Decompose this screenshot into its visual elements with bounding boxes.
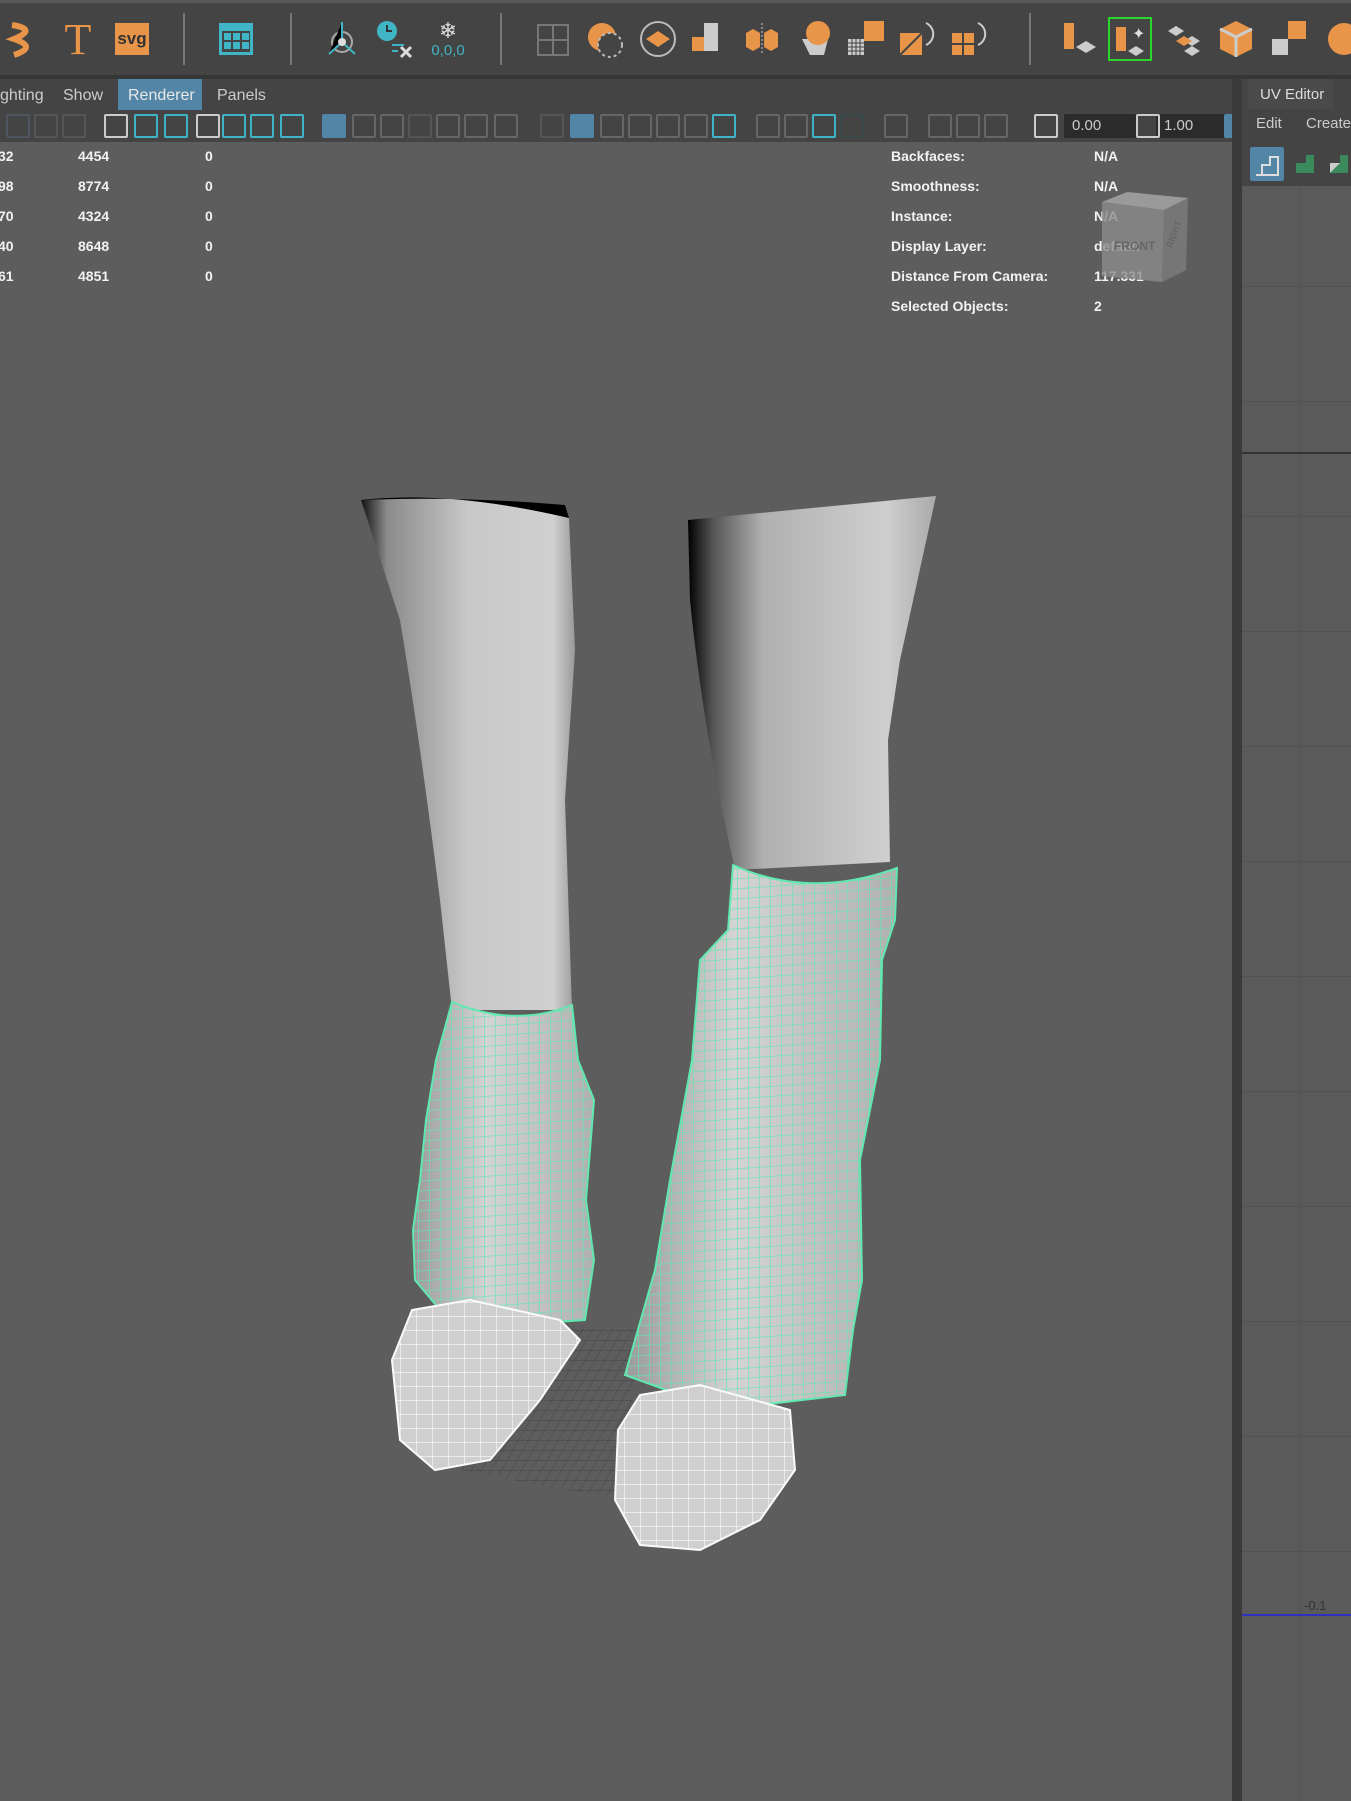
- camera-icon[interactable]: [104, 114, 128, 138]
- scene-model: [361, 496, 936, 1552]
- wireframe-icon[interactable]: [540, 114, 564, 138]
- select-camera-icon[interactable]: [884, 114, 908, 138]
- gamma-icon[interactable]: [1136, 114, 1160, 138]
- pivot-icon[interactable]: [320, 17, 364, 61]
- gate-mask-icon[interactable]: [408, 114, 432, 138]
- viewport-menubar: ghting Show Renderer Panels: [0, 79, 1232, 111]
- motion-blur-icon[interactable]: [784, 114, 808, 138]
- uv-editor-panel: UV Editor Edit Create -0.1: [1242, 79, 1351, 1801]
- grid-toggle-icon[interactable]: [322, 114, 346, 138]
- uv-grid-line: [1242, 401, 1351, 402]
- uv-layout-icon[interactable]: [1162, 17, 1206, 61]
- zoom-pan-icon[interactable]: [250, 114, 274, 138]
- image-plane-icon[interactable]: [222, 114, 246, 138]
- lasso-circle-icon[interactable]: [584, 17, 628, 61]
- film-gate-icon[interactable]: [352, 114, 376, 138]
- left-leg: [361, 497, 575, 1010]
- svg-text:✦: ✦: [1132, 26, 1145, 43]
- bookmark-icon[interactable]: [196, 114, 220, 138]
- uv-sphere-icon[interactable]: [1318, 17, 1351, 61]
- uv-grid-line: [1242, 516, 1351, 517]
- freeze-transform-icon[interactable]: ❄ 0,0,0: [426, 17, 470, 61]
- rotate-edge-icon[interactable]: [948, 17, 992, 61]
- uv-shell-tool-icon[interactable]: [1292, 151, 1318, 177]
- uv-menu-edit[interactable]: Edit: [1256, 109, 1282, 139]
- 3d-viewport[interactable]: 32 4454 0 98 8774 0 70 4324 0 40 8648 0 61 4851 0 Back…: [0, 142, 1232, 1801]
- camera-settings-icon[interactable]: [164, 114, 188, 138]
- uv-grid-line: [1242, 976, 1351, 977]
- uv-grid-view[interactable]: -0.1: [1242, 186, 1351, 1801]
- rotate-face-icon[interactable]: [896, 17, 940, 61]
- isolate-select-icon[interactable]: [928, 114, 952, 138]
- xray-icon[interactable]: [656, 114, 680, 138]
- menu-lighting[interactable]: ghting: [0, 79, 54, 110]
- uv-axis-label: -0.1: [1304, 1598, 1327, 1613]
- uv-editor-tab[interactable]: UV Editor: [1248, 79, 1333, 109]
- combine-icon[interactable]: [688, 17, 732, 61]
- uv-grid-line: [1242, 861, 1351, 862]
- viewport-toolbar: 0.00 1.00: [0, 111, 1248, 142]
- uv-unfold-icon[interactable]: [1266, 17, 1310, 61]
- resolution-gate-icon[interactable]: [380, 114, 404, 138]
- menu-renderer[interactable]: Renderer: [118, 79, 202, 110]
- camera-lock-icon[interactable]: [134, 114, 158, 138]
- uv-menu-create[interactable]: Create: [1306, 109, 1351, 139]
- ambient-occlusion-icon[interactable]: [756, 114, 780, 138]
- separate-icon[interactable]: [740, 17, 784, 61]
- xray-active-icon[interactable]: [984, 114, 1008, 138]
- uv-auto-icon[interactable]: ✦: [1108, 17, 1152, 61]
- default-material-icon[interactable]: [600, 114, 624, 138]
- uv-grid-line: [1242, 1321, 1351, 1322]
- left-leg-warmer: [411, 1000, 596, 1327]
- gamma-field[interactable]: 1.00: [1156, 114, 1228, 138]
- svg-icon[interactable]: svg: [110, 17, 154, 61]
- shadows-icon[interactable]: [712, 114, 736, 138]
- lights-icon[interactable]: [684, 114, 708, 138]
- plane-cut-icon[interactable]: [636, 17, 680, 61]
- uv-grid-line: [1242, 746, 1351, 747]
- texture-icon[interactable]: [62, 114, 86, 138]
- right-leg-warmer: [623, 863, 899, 1407]
- right-leg: [688, 496, 936, 870]
- wireframe-on-shaded-icon[interactable]: [628, 114, 652, 138]
- uv-grid-line: [1242, 1551, 1351, 1552]
- field-chart-icon[interactable]: [436, 114, 460, 138]
- grid-window-icon[interactable]: [214, 17, 258, 61]
- uv-select-tool-button[interactable]: [1250, 147, 1284, 181]
- panel-splitter[interactable]: [1232, 79, 1242, 1801]
- uv-axis-line: [1242, 1614, 1351, 1616]
- shaded-sphere-icon[interactable]: [34, 114, 58, 138]
- twist-icon[interactable]: [2, 17, 46, 61]
- subdivide-icon[interactable]: [844, 17, 888, 61]
- history-delete-icon[interactable]: [372, 17, 416, 61]
- exposure-field[interactable]: 0.00: [1064, 114, 1136, 138]
- display-icon[interactable]: [6, 114, 30, 138]
- uv-grid-line: [1242, 286, 1351, 287]
- smooth-shade-icon[interactable]: [570, 114, 594, 138]
- shelf-toolbar: T svg ❄ 0,0,0 ✦: [0, 0, 1351, 75]
- menu-show[interactable]: Show: [53, 79, 113, 110]
- grease-pencil-icon[interactable]: [280, 114, 304, 138]
- xray-joints-icon[interactable]: [956, 114, 980, 138]
- uv-grid-line: [1242, 1436, 1351, 1437]
- split-view-icon[interactable]: [532, 17, 576, 61]
- boolean-icon[interactable]: [792, 17, 836, 61]
- depth-of-field-icon[interactable]: [840, 114, 864, 138]
- text-icon[interactable]: T: [56, 15, 100, 64]
- anti-aliasing-icon[interactable]: [812, 114, 836, 138]
- uv-planar-icon[interactable]: [1056, 17, 1100, 61]
- uv-grid-line: [1242, 631, 1351, 632]
- right-shoe: [613, 1383, 797, 1552]
- uv-tool-icon[interactable]: [1326, 151, 1351, 177]
- safe-action-icon[interactable]: [464, 114, 488, 138]
- menu-panels[interactable]: Panels: [207, 79, 276, 110]
- freeze-label: 0,0,0: [431, 41, 465, 59]
- uv-grid-line: [1242, 1091, 1351, 1092]
- exposure-icon[interactable]: [1034, 114, 1058, 138]
- uv-grid-line: [1242, 1206, 1351, 1207]
- uv-cube-icon[interactable]: [1214, 17, 1258, 61]
- safe-title-icon[interactable]: [494, 114, 518, 138]
- svg-label: svg: [115, 23, 149, 55]
